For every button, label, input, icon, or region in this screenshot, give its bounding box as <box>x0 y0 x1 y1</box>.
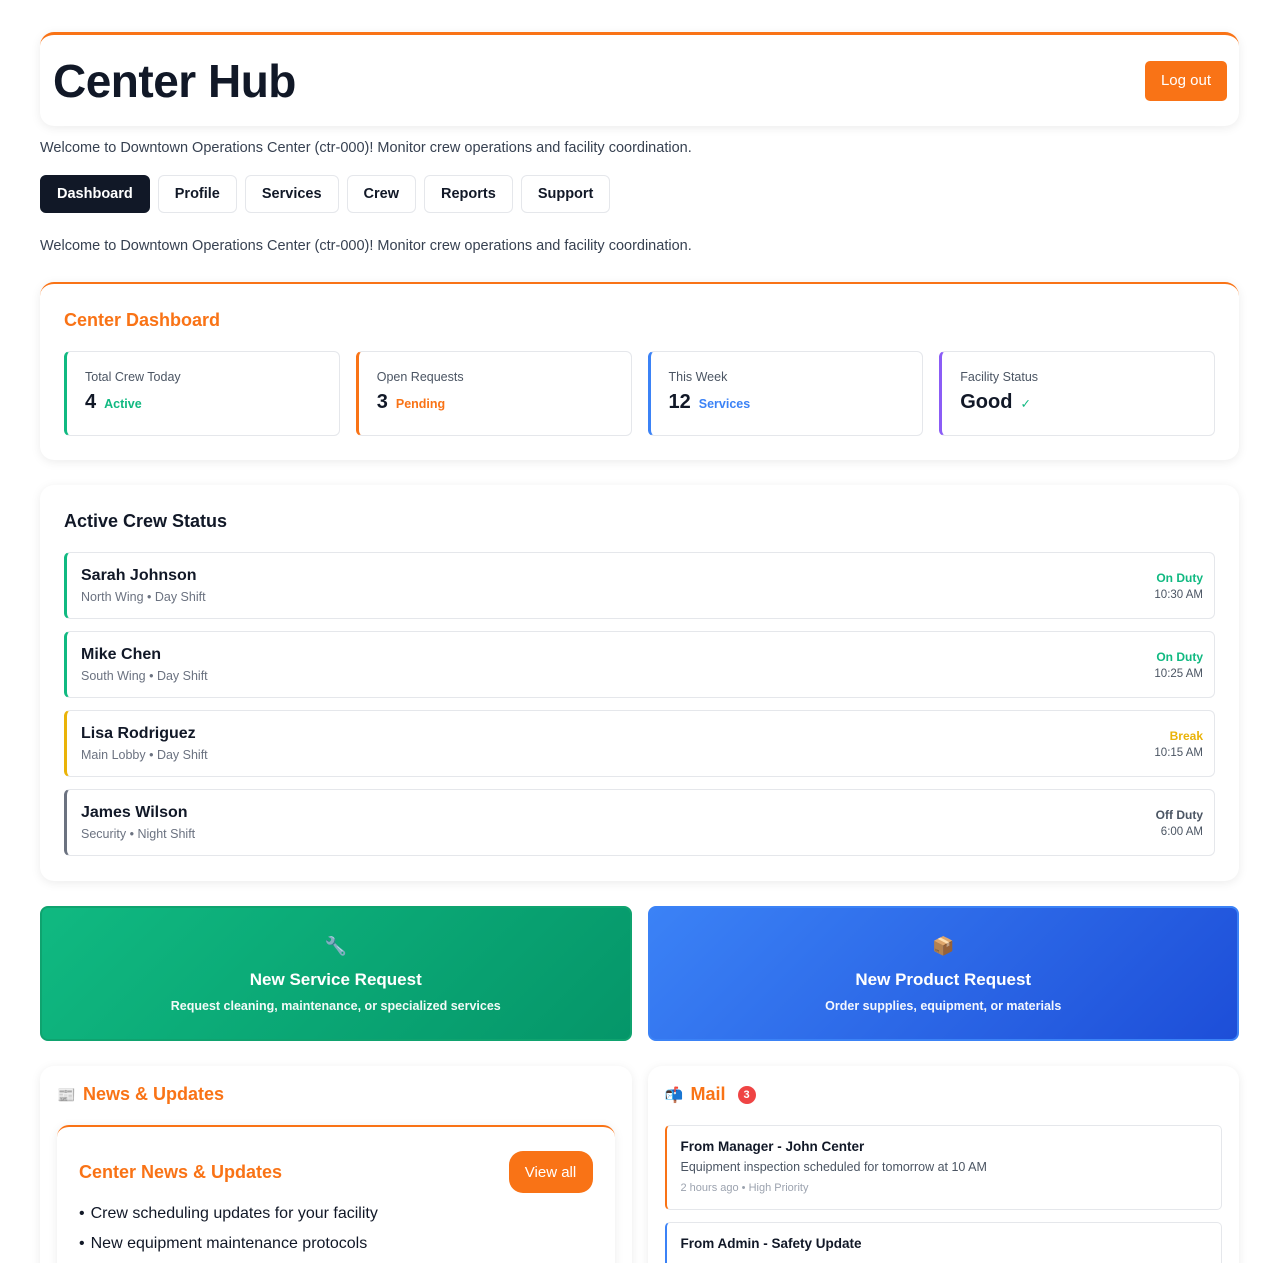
stat-sub: Services <box>698 397 751 411</box>
stat-value: 12 <box>668 391 691 413</box>
stat-label: Total Crew Today <box>85 370 181 384</box>
stat-value: 3 <box>376 391 388 413</box>
crew-location: Main Lobby • Day Shift <box>81 748 208 762</box>
stat-open-requests: Open Requests 3 Pending <box>355 351 632 436</box>
news-item[interactable]: Crew scheduling updates for your facilit… <box>79 1205 593 1223</box>
crew-status: On Duty <box>1156 570 1203 585</box>
tab-services[interactable]: Services <box>244 175 339 213</box>
mail-panel: 📬 Mail 3 From Manager - John Center Equi… <box>647 1066 1239 1263</box>
active-crew-card: Active Crew Status Sarah Johnson North W… <box>40 485 1239 881</box>
crew-location: North Wing • Day Shift <box>81 590 206 604</box>
crew-status: Off Duty <box>1155 807 1203 822</box>
news-panel: 📰 News & Updates Center News & Updates V… <box>40 1066 632 1263</box>
stat-sub: Active <box>104 397 142 411</box>
mail-text: Equipment inspection scheduled for tomor… <box>680 1160 987 1174</box>
dashboard-title: Center Dashboard <box>64 310 221 330</box>
crew-name: Mike Chen <box>81 646 162 663</box>
newspaper-icon: 📰 <box>57 1086 76 1104</box>
stat-total-crew: Total Crew Today 4 Active <box>64 351 340 436</box>
tab-profile[interactable]: Profile <box>157 175 237 213</box>
crew-item[interactable]: Lisa Rodriguez Main Lobby • Day Shift Br… <box>64 710 1215 777</box>
logout-button[interactable]: Log out <box>1145 60 1227 101</box>
view-all-button[interactable]: View all <box>508 1151 593 1193</box>
welcome-message: Welcome to Downtown Operations Center (c… <box>40 140 692 156</box>
news-card-title: Center News & Updates <box>79 1161 283 1182</box>
stat-facility-status: Facility Status Good ✓ <box>939 351 1215 436</box>
crew-name: Lisa Rodriguez <box>81 725 196 742</box>
crew-time: 6:00 AM <box>1160 825 1203 838</box>
package-icon: 📦 <box>932 935 955 956</box>
mail-count-badge: 3 <box>737 1085 756 1104</box>
check-icon: ✓ <box>1020 397 1031 411</box>
stat-this-week: This Week 12 Services <box>647 351 924 436</box>
mailbox-icon: 📬 <box>664 1086 684 1104</box>
crew-status: Break <box>1169 728 1203 743</box>
news-card: Center News & Updates View all Crew sche… <box>57 1125 615 1263</box>
stat-label: Facility Status <box>960 370 1039 384</box>
action-title: New Service Request <box>249 969 422 989</box>
mail-item[interactable]: From Admin - Safety Update <box>664 1222 1222 1263</box>
mail-panel-title: Mail <box>690 1084 726 1104</box>
crew-location: Security • Night Shift <box>81 827 196 841</box>
new-product-request-button[interactable]: 📦 New Product Request Order supplies, eq… <box>647 906 1239 1041</box>
crew-status: On Duty <box>1156 649 1203 664</box>
tab-dashboard[interactable]: Dashboard <box>40 175 150 213</box>
header: Center Hub Log out <box>40 32 1239 126</box>
crew-name: Sarah Johnson <box>81 567 197 584</box>
stat-sub: Pending <box>395 397 446 411</box>
crew-item[interactable]: Sarah Johnson North Wing • Day Shift On … <box>64 552 1215 619</box>
welcome-message-secondary: Welcome to Downtown Operations Center (c… <box>40 238 692 254</box>
mail-from: From Admin - Safety Update <box>680 1236 862 1251</box>
crew-item[interactable]: James Wilson Security • Night Shift Off … <box>64 789 1215 856</box>
page-title: Center Hub <box>53 54 296 107</box>
stat-value: Good <box>960 391 1013 413</box>
tab-crew[interactable]: Crew <box>346 175 417 213</box>
tab-support[interactable]: Support <box>520 175 611 213</box>
crew-title: Active Crew Status <box>64 511 228 531</box>
tab-reports[interactable]: Reports <box>424 175 513 213</box>
tab-bar: Dashboard Profile Services Crew Reports … <box>40 175 1239 213</box>
wrench-icon: 🔧 <box>324 935 347 956</box>
mail-item[interactable]: From Manager - John Center Equipment ins… <box>664 1125 1222 1210</box>
stat-label: This Week <box>668 370 728 384</box>
mail-from: From Manager - John Center <box>680 1139 865 1154</box>
action-title: New Product Request <box>855 969 1032 989</box>
news-panel-title: News & Updates <box>83 1084 225 1104</box>
center-dashboard-card: Center Dashboard Total Crew Today 4 Acti… <box>40 282 1239 460</box>
mail-meta: 2 hours ago • High Priority <box>680 1182 809 1194</box>
crew-time: 10:15 AM <box>1154 746 1203 759</box>
crew-item[interactable]: Mike Chen South Wing • Day Shift On Duty… <box>64 631 1215 698</box>
stat-label: Open Requests <box>376 370 464 384</box>
new-service-request-button[interactable]: 🔧 New Service Request Request cleaning, … <box>40 906 632 1041</box>
action-description: Order supplies, equipment, or materials <box>825 998 1062 1013</box>
crew-time: 10:25 AM <box>1154 667 1203 680</box>
news-item[interactable]: New equipment maintenance protocols <box>79 1235 593 1253</box>
crew-name: James Wilson <box>81 804 188 821</box>
action-description: Request cleaning, maintenance, or specia… <box>170 998 501 1013</box>
crew-time: 10:30 AM <box>1154 588 1203 601</box>
stat-value: 4 <box>85 391 97 413</box>
crew-location: South Wing • Day Shift <box>81 669 208 683</box>
